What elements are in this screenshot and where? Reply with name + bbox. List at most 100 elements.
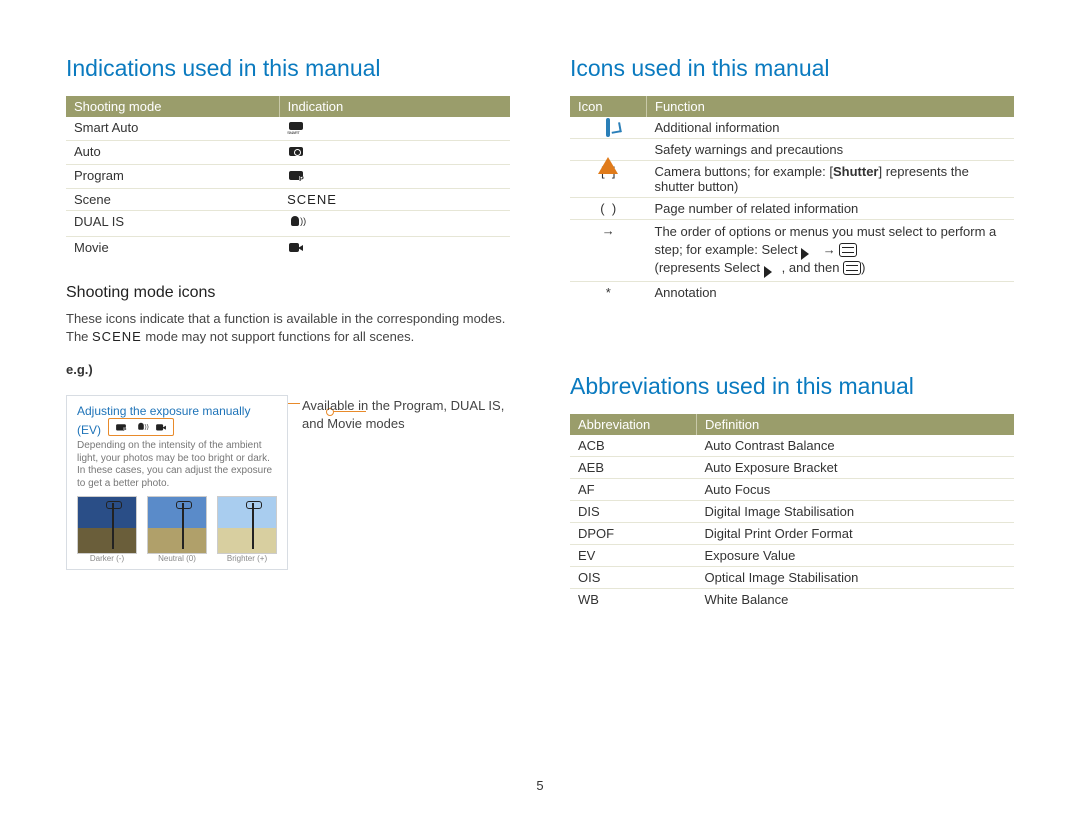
mode-name: Smart Auto — [66, 117, 279, 141]
table-row: EVExposure Value — [570, 544, 1014, 566]
table-row: AFAuto Focus — [570, 478, 1014, 500]
table-row: DUAL IS — [66, 211, 510, 237]
text-part: Camera buttons; for example: [ — [655, 164, 833, 179]
abbr-key: OIS — [570, 566, 697, 588]
icon-desc: The order of options or menus you must s… — [647, 220, 1015, 282]
abbr-key: EV — [570, 544, 697, 566]
example-callout: Available in the Program, DUAL IS, and M… — [302, 395, 510, 432]
table-row: WBWhite Balance — [570, 588, 1014, 610]
movie-icon — [155, 422, 168, 432]
abbr-val: Digital Image Stabilisation — [697, 500, 1015, 522]
thumb-caption: Brighter (+) — [217, 554, 277, 563]
example-desc: Depending on the intensity of the ambien… — [77, 440, 277, 490]
col-abbreviation: Abbreviation — [570, 414, 697, 435]
warning-icon — [598, 142, 618, 174]
page-number: 5 — [0, 778, 1080, 793]
mode-name: Program — [66, 165, 279, 189]
table-row: OISOptical Image Stabilisation — [570, 566, 1014, 588]
mode-name: DUAL IS — [66, 211, 279, 237]
example-thumb-brighter: Brighter (+) — [217, 496, 277, 563]
table-row: Movie — [66, 237, 510, 261]
dual-is-icon — [136, 421, 147, 432]
scene-text-icon: SCENE — [287, 192, 337, 207]
scene-word-inline: SCENE — [92, 329, 142, 344]
example-thumb-darker: Darker (-) — [77, 496, 137, 563]
table-row: ACBAuto Contrast Balance — [570, 435, 1014, 457]
dial-icon — [839, 243, 857, 257]
desc-part2: mode may not support functions for all s… — [142, 329, 414, 344]
shooting-modes-table: Shooting mode Indication Smart Auto Auto… — [66, 96, 510, 260]
abbr-val: Optical Image Stabilisation — [697, 566, 1015, 588]
abbr-val: Auto Contrast Balance — [697, 435, 1015, 457]
abbr-val: White Balance — [697, 588, 1015, 610]
eg-label: e.g.) — [66, 362, 93, 377]
col-icon: Icon — [570, 96, 647, 117]
table-row: Additional information — [570, 117, 1014, 139]
abbr-val: Auto Focus — [697, 478, 1015, 500]
round-bracket-close: ) — [612, 201, 616, 216]
program-camera-icon — [287, 168, 305, 182]
table-row: Safety warnings and precautions — [570, 139, 1014, 161]
table-row: ( ) Page number of related information — [570, 198, 1014, 220]
abbr-val: Auto Exposure Bracket — [697, 456, 1015, 478]
icon-desc: Camera buttons; for example: [Shutter] r… — [647, 161, 1015, 198]
auto-camera-icon — [287, 144, 305, 158]
asterisk-symbol: * — [570, 281, 647, 303]
mode-name: Scene — [66, 189, 279, 211]
play-arrow-icon — [764, 262, 782, 276]
abbreviations-title: Abbreviations used in this manual — [570, 373, 1014, 400]
table-row: * Annotation — [570, 281, 1014, 303]
example-mode-badge — [108, 418, 174, 436]
example-box: Adjusting the exposure manually (EV) Dep… — [66, 395, 288, 570]
icons-title: Icons used in this manual — [570, 55, 1014, 82]
icon-desc: Additional information — [647, 117, 1015, 139]
table-row: [ ] Camera buttons; for example: [Shutte… — [570, 161, 1014, 198]
shooting-mode-icons-desc: These icons indicate that a function is … — [66, 310, 510, 345]
thumb-caption: Darker (-) — [77, 554, 137, 563]
abbr-key: WB — [570, 588, 697, 610]
table-row: Auto — [66, 141, 510, 165]
abbr-val: Digital Print Order Format — [697, 522, 1015, 544]
note-icon — [606, 118, 610, 137]
example-thumb-neutral: Neutral (0) — [147, 496, 207, 563]
mode-name: Auto — [66, 141, 279, 165]
mode-name: Movie — [66, 237, 279, 261]
icon-desc: Safety warnings and precautions — [647, 139, 1015, 161]
shooting-mode-icons-heading: Shooting mode icons — [66, 284, 510, 302]
abbr-key: AF — [570, 478, 697, 500]
icons-table: Icon Function Additional information Saf… — [570, 96, 1014, 303]
table-row: → The order of options or menus you must… — [570, 220, 1014, 282]
thumb-caption: Neutral (0) — [147, 554, 207, 563]
abbr-val: Exposure Value — [697, 544, 1015, 566]
text-part: , and then — [782, 260, 843, 275]
text-part: ) — [861, 260, 865, 275]
text-part: (represents Select — [655, 260, 764, 275]
abbr-key: ACB — [570, 435, 697, 457]
table-row: Smart Auto — [66, 117, 510, 141]
col-indication: Indication — [279, 96, 510, 117]
movie-icon — [287, 240, 305, 254]
table-row: DPOFDigital Print Order Format — [570, 522, 1014, 544]
table-row: Scene SCENE — [66, 189, 510, 211]
shutter-bold: Shutter — [833, 164, 879, 179]
col-definition: Definition — [697, 414, 1015, 435]
abbr-key: AEB — [570, 456, 697, 478]
text-part: → — [819, 242, 839, 257]
table-row: AEBAuto Exposure Bracket — [570, 456, 1014, 478]
smart-auto-icon — [287, 120, 305, 134]
arrow-symbol: → — [570, 220, 647, 282]
dual-is-icon — [287, 214, 303, 230]
abbr-key: DIS — [570, 500, 697, 522]
table-row: DISDigital Image Stabilisation — [570, 500, 1014, 522]
table-row: Program — [66, 165, 510, 189]
col-shooting-mode: Shooting mode — [66, 96, 279, 117]
indications-title: Indications used in this manual — [66, 55, 510, 82]
dial-icon — [843, 261, 861, 275]
abbreviations-table: Abbreviation Definition ACBAuto Contrast… — [570, 414, 1014, 610]
icon-desc: Page number of related information — [647, 198, 1015, 220]
round-bracket-open: ( — [600, 201, 604, 216]
col-function: Function — [647, 96, 1015, 117]
program-camera-icon — [115, 422, 128, 432]
play-arrow-icon — [801, 244, 819, 258]
abbr-key: DPOF — [570, 522, 697, 544]
